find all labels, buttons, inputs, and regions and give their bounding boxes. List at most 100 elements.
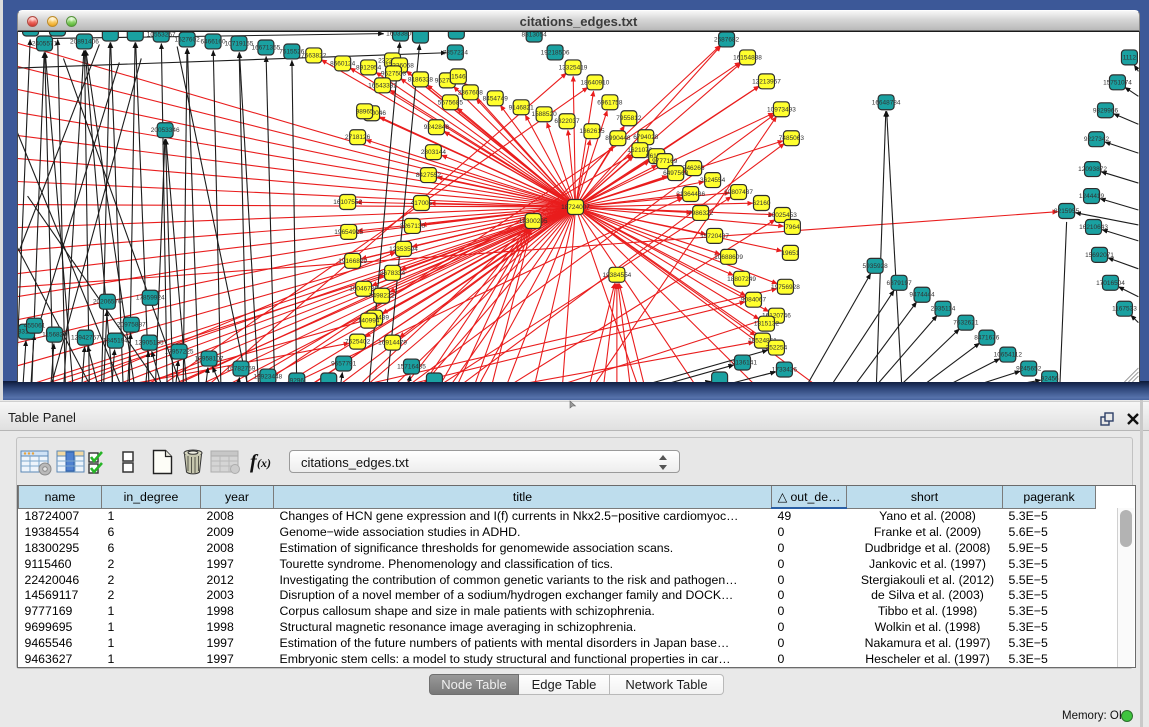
svg-text:18724007: 18724007: [561, 204, 590, 211]
svg-text:5935928: 5935928: [863, 263, 889, 270]
svg-text:6794028: 6794028: [633, 134, 659, 141]
svg-text:7625402: 7625402: [345, 339, 371, 346]
svg-text:16543382: 16543382: [368, 82, 397, 89]
svg-text:8813054: 8813054: [522, 31, 548, 38]
svg-text:19654925: 19654925: [334, 229, 363, 236]
svg-text:16033809: 16033809: [386, 31, 415, 37]
svg-text:10654112: 10654112: [994, 352, 1023, 359]
svg-text:1156829: 1156829: [42, 332, 67, 339]
svg-text:1815132: 1815132: [754, 321, 780, 328]
svg-text:8471676: 8471676: [974, 335, 1000, 342]
svg-text:18640910: 18640910: [581, 79, 610, 86]
svg-text:12093872: 12093872: [1078, 166, 1107, 173]
svg-text:252254: 252254: [766, 345, 788, 352]
svg-text:1527602: 1527602: [175, 36, 201, 43]
svg-text:17016504: 17016504: [1096, 280, 1125, 287]
svg-text:16210643: 16210643: [1079, 224, 1108, 231]
svg-text:19384554: 19384554: [602, 272, 631, 279]
svg-text:10719155: 10719155: [225, 40, 254, 47]
svg-text:98965: 98965: [356, 108, 374, 115]
svg-text:12213967: 12213967: [752, 78, 781, 85]
svg-text:1546: 1546: [451, 73, 466, 80]
svg-text:16782759: 16782759: [227, 366, 256, 373]
svg-text:20053346: 20053346: [151, 127, 180, 134]
svg-text:9296: 9296: [290, 377, 305, 382]
svg-text:16671355: 16671355: [252, 44, 281, 51]
svg-text:7663822: 7663822: [301, 52, 327, 59]
svg-text:3267130: 3267130: [400, 223, 426, 230]
svg-text:8215955: 8215955: [1054, 208, 1080, 215]
svg-text:7357224: 7357224: [443, 49, 469, 56]
svg-text:9084067: 9084067: [741, 297, 767, 304]
svg-text:6961758: 6961758: [597, 99, 623, 106]
svg-text:20206576: 20206576: [93, 299, 122, 306]
svg-text:10807487: 10807487: [724, 189, 753, 196]
svg-text:9227342: 9227342: [1084, 136, 1110, 143]
svg-text:9777169: 9777169: [652, 158, 678, 165]
svg-text:16914479: 16914479: [378, 340, 407, 347]
svg-text:15720407: 15720407: [700, 233, 729, 240]
svg-text:1588520: 1588520: [532, 111, 558, 118]
svg-text:16154838: 16154838: [733, 54, 762, 61]
svg-text:12353594: 12353594: [389, 246, 418, 253]
svg-text:9146821: 9146821: [509, 104, 535, 111]
svg-text:17957225: 17957225: [165, 349, 194, 356]
svg-text:10958107: 10958107: [195, 356, 224, 363]
svg-text:19218506: 19218506: [541, 49, 570, 56]
svg-text:15692071: 15692071: [1085, 252, 1114, 259]
svg-text:1345194: 1345194: [103, 338, 129, 345]
svg-text:18807249: 18807249: [727, 276, 756, 283]
svg-text:2687682: 2687682: [714, 36, 740, 43]
svg-text:12942757: 12942757: [71, 335, 100, 342]
svg-text:19651: 19651: [781, 250, 799, 257]
svg-text:14136141: 14136141: [728, 360, 757, 367]
svg-text:3498222: 3498222: [369, 293, 395, 300]
svg-text:10688609: 10688609: [714, 254, 743, 261]
svg-text:13325419: 13325419: [559, 64, 588, 71]
svg-text:10025453: 10025453: [768, 212, 797, 219]
svg-text:2935114: 2935114: [931, 306, 956, 313]
svg-text:20975887: 20975887: [117, 322, 146, 329]
svg-text:19756928: 19756928: [771, 284, 800, 291]
svg-text:8678334: 8678334: [380, 270, 406, 277]
svg-text:21364436: 21364436: [676, 191, 705, 198]
svg-text:455061: 455061: [24, 323, 46, 330]
svg-text:10973493: 10973493: [767, 106, 796, 113]
svg-text:19166829: 19166829: [338, 258, 367, 265]
svg-text:2718126: 2718126: [345, 134, 371, 141]
svg-text:8427552: 8427552: [416, 172, 442, 179]
svg-text:7632621: 7632621: [953, 320, 979, 327]
svg-text:15751074: 15751074: [1103, 79, 1132, 86]
svg-text:9245652: 9245652: [1016, 366, 1042, 373]
svg-text:6497568: 6497568: [663, 170, 689, 177]
svg-text:6879197: 6879197: [886, 280, 912, 287]
svg-text:1167533: 1167533: [1112, 306, 1137, 313]
svg-text:10553257: 10553257: [147, 31, 176, 38]
svg-text:(x): (x): [257, 456, 271, 470]
svg-text:1112: 1112: [1123, 54, 1137, 61]
svg-text:9474444: 9474444: [909, 292, 935, 299]
svg-text:7964: 7964: [785, 224, 800, 231]
svg-text:7986322: 7986322: [688, 210, 714, 217]
svg-text:15716485: 15716485: [397, 364, 426, 371]
svg-text:2367608: 2367608: [458, 89, 484, 96]
svg-text:12923448: 12923448: [253, 374, 282, 381]
svg-text:12905135: 12905135: [135, 340, 164, 347]
svg-text:3624554: 3624554: [700, 177, 726, 184]
svg-text:6322037: 6322037: [554, 118, 580, 125]
svg-text:18300295: 18300295: [519, 218, 548, 225]
svg-text:8912954: 8912954: [356, 64, 382, 71]
svg-text:140994: 140994: [358, 318, 380, 325]
svg-text:20891406: 20891406: [70, 38, 99, 45]
svg-text:2803144: 2803144: [421, 149, 447, 156]
svg-text:62160: 62160: [752, 200, 770, 207]
svg-text:9329966: 9329966: [1093, 107, 1119, 114]
svg-text:92456: 92456: [1041, 376, 1059, 382]
svg-text:16648784: 16648784: [872, 99, 901, 106]
svg-text:2405571: 2405571: [32, 40, 58, 47]
svg-text:7485063: 7485063: [779, 135, 805, 142]
svg-text:1362615: 1362615: [579, 128, 605, 135]
svg-text:8660124: 8660124: [330, 60, 356, 67]
svg-text:1244419: 1244419: [1079, 193, 1105, 200]
svg-text:9242848: 9242848: [424, 124, 450, 131]
